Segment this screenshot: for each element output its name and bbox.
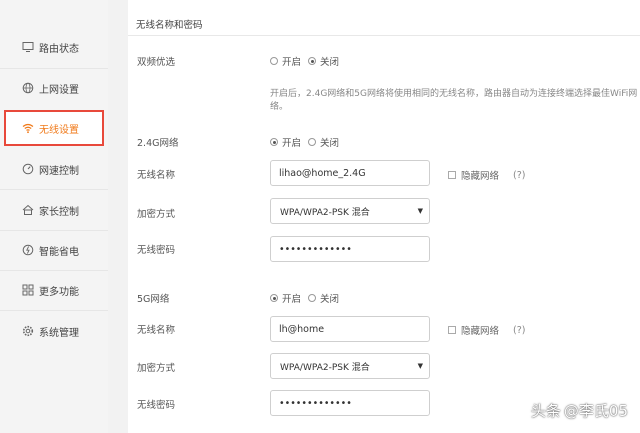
password-5g-input[interactable]: ••••••••••••• [270,390,430,416]
checkbox-label: 隐藏网络 [461,326,500,337]
band-5g-label: 5G网络 [137,294,170,305]
sidebar-item-router-status[interactable]: 路由状态 [0,27,108,67]
sidebar-item-more-features[interactable]: 更多功能 [0,270,108,310]
sidebar-item-label: 家长控制 [39,206,79,218]
band-5g-on-option[interactable]: 开启 [270,291,301,305]
ssid-5g-label: 无线名称 [137,325,176,336]
sidebar-item-internet-settings[interactable]: 上网设置 [0,68,108,108]
monitor-icon [22,41,34,53]
watermark-prefix: 头条 [530,402,561,420]
sidebar: 路由状态 上网设置 无线设置 网速控制 家长控制 智能省电 更多功能 系统管理 [0,0,108,433]
encryption-5g-select[interactable]: WPA/WPA2-PSK 混合 ▼ [270,353,430,379]
wifi-icon [22,122,34,134]
band-24g-on-option[interactable]: 开启 [270,135,301,149]
divider [128,35,640,36]
hide-network-24g-checkbox[interactable] [448,171,456,179]
radio-button-checked[interactable] [270,294,278,302]
option-label: 开启 [282,57,302,68]
sidebar-item-label: 更多功能 [39,286,79,298]
ssid-24g-label: 无线名称 [137,170,176,181]
encryption-5g-label: 加密方式 [137,363,176,374]
encryption-24g-label: 加密方式 [137,209,176,220]
sidebar-item-label: 上网设置 [39,84,79,96]
band-5g-radio-group: 开启 关闭 [270,291,346,305]
option-label: 开启 [282,138,302,149]
band-24g-off-option[interactable]: 关闭 [308,135,339,149]
dual-band-off-option[interactable]: 关闭 [308,54,339,68]
radio-button[interactable] [270,57,278,65]
watermark: 头条 @李氏05 [531,400,628,421]
option-label: 关闭 [320,57,340,68]
option-label: 关闭 [320,138,340,149]
dual-band-hint: 开启后，2.4G网络和5G网络将使用相同的无线名称，路由器自动为连接终端选择最佳… [270,89,638,112]
hide-network-5g: 隐藏网络 (?) [448,323,525,337]
radio-button-checked[interactable] [308,57,317,65]
help-icon[interactable]: (?) [513,170,525,181]
dual-band-label: 双频优选 [137,57,176,68]
radio-button[interactable] [308,138,317,146]
caret-down-icon: ▼ [417,207,423,215]
speedometer-icon [22,163,34,175]
help-icon[interactable]: (?) [513,325,525,336]
caret-down-icon: ▼ [417,362,423,370]
sidebar-item-label: 系统管理 [39,327,79,339]
family-icon [22,204,34,216]
sidebar-item-parental-control[interactable]: 家长控制 [0,190,108,230]
radio-button-checked[interactable] [270,138,278,146]
power-icon [22,244,34,256]
password-24g-label: 无线密码 [137,245,176,256]
sidebar-item-wireless-settings[interactable]: 无线设置 [4,110,104,146]
gear-icon [22,325,34,337]
sidebar-item-label: 智能省电 [39,246,79,258]
globe-icon [22,82,34,94]
password-5g-label: 无线密码 [137,400,176,411]
dual-band-radio-group: 开启 关闭 [270,54,346,68]
select-value: WPA/WPA2-PSK 混合 [280,362,370,373]
dual-band-on-option[interactable]: 开启 [270,54,301,68]
band-5g-off-option[interactable]: 关闭 [308,291,339,305]
option-label: 开启 [282,294,302,305]
option-label: 关闭 [320,294,340,305]
ssid-5g-input[interactable]: lh@home [270,316,430,342]
band-24g-radio-group: 开启 关闭 [270,135,346,149]
sidebar-item-label: 路由状态 [39,43,79,55]
sidebar-item-speed-control[interactable]: 网速控制 [0,149,108,189]
password-24g-input[interactable]: ••••••••••••• [270,236,430,262]
watermark-handle: @李氏05 [563,402,628,420]
grid-icon [22,284,34,296]
sidebar-item-label: 网速控制 [39,165,79,177]
wireless-settings-panel: 无线名称和密码 双频优选 开启 关闭 开启后，2.4G网络和5G网络将使用相同的… [128,0,640,433]
checkbox-label: 隐藏网络 [461,171,500,182]
ssid-24g-input[interactable]: lihao@home_2.4G [270,160,430,186]
sidebar-item-system-management[interactable]: 系统管理 [0,311,108,351]
band-24g-label: 2.4G网络 [137,138,179,149]
encryption-24g-select[interactable]: WPA/WPA2-PSK 混合 ▼ [270,198,430,224]
sidebar-item-smart-power[interactable]: 智能省电 [0,230,108,270]
hide-network-5g-checkbox[interactable] [448,326,456,334]
sidebar-item-label: 无线设置 [39,124,79,136]
select-value: WPA/WPA2-PSK 混合 [280,207,370,218]
section-title: 无线名称和密码 [136,20,203,31]
radio-button[interactable] [308,294,317,302]
hide-network-24g: 隐藏网络 (?) [448,168,525,182]
